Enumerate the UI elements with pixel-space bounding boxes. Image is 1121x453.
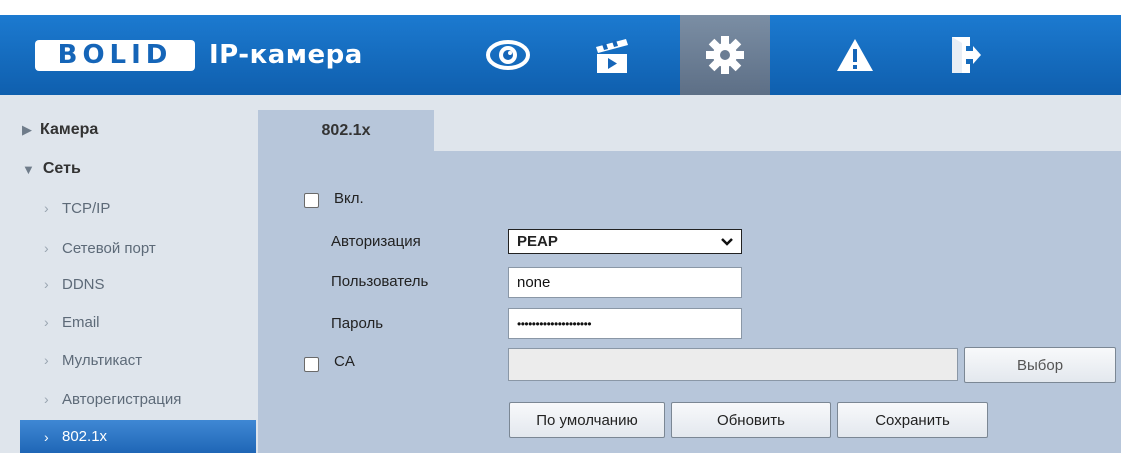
- nav-alarm-button[interactable]: [810, 15, 900, 95]
- sidebar-group-network[interactable]: ▼ Сеть: [22, 160, 81, 178]
- sidebar-item-label: TCP/IP: [62, 199, 111, 217]
- nav-playback-button[interactable]: [567, 15, 657, 95]
- refresh-button[interactable]: Обновить: [671, 402, 831, 438]
- browse-button[interactable]: Выбор: [964, 347, 1116, 383]
- bolid-logo: BOLID: [35, 39, 195, 71]
- auth-select-value: PEAP: [517, 233, 558, 250]
- sidebar-group-camera[interactable]: ▶ Камера: [22, 121, 98, 139]
- user-field[interactable]: none: [508, 267, 742, 298]
- tab-bar: 802.1x: [258, 110, 1121, 151]
- save-button[interactable]: Сохранить: [837, 402, 988, 438]
- enable-label: Вкл.: [334, 190, 364, 207]
- sidebar-item-network-port[interactable]: › Сетевой порт: [20, 233, 256, 263]
- sidebar-item-label: Email: [62, 313, 100, 331]
- warning-icon: [837, 39, 873, 71]
- sidebar-item-8021x[interactable]: › 802.1x: [20, 420, 256, 453]
- exit-icon: [952, 37, 981, 73]
- chevron-right-icon: ›: [44, 314, 49, 330]
- sidebar-item-label: Мультикаст: [62, 351, 143, 369]
- sidebar-item-email[interactable]: › Email: [20, 307, 256, 337]
- user-value: none: [517, 274, 551, 291]
- caret-down-icon: ▼: [22, 161, 35, 177]
- sidebar-item-multicast[interactable]: › Мультикаст: [20, 345, 256, 375]
- sidebar-item-label: Сетевой порт: [62, 239, 156, 257]
- sidebar-item-label: Авторегистрация: [62, 390, 182, 408]
- ca-label: CA: [334, 353, 355, 370]
- chevron-right-icon: ›: [44, 352, 49, 368]
- chevron-down-icon: [721, 238, 733, 246]
- password-label: Пароль: [331, 315, 384, 332]
- caret-right-icon: ▶: [22, 122, 32, 137]
- nav-logout-button[interactable]: [920, 15, 1010, 95]
- top-navbar: BOLID IP-камера: [0, 15, 1121, 95]
- ca-checkbox[interactable]: [304, 357, 319, 372]
- user-label: Пользователь: [331, 273, 429, 290]
- password-field[interactable]: ••••••••••••••••••••: [508, 308, 742, 339]
- nav-settings-button[interactable]: [680, 15, 770, 95]
- tab-8021x[interactable]: 802.1x: [258, 110, 434, 151]
- sidebar-group-label: Камера: [40, 121, 99, 138]
- chevron-right-icon: ›: [44, 391, 49, 407]
- auth-select[interactable]: PEAP: [508, 229, 742, 254]
- sidebar-item-label: 802.1x: [62, 428, 108, 445]
- sidebar-item-ddns[interactable]: › DDNS: [20, 269, 256, 299]
- chevron-right-icon: ›: [44, 276, 49, 292]
- brand-logo: BOLID IP-камера: [35, 37, 363, 73]
- chevron-right-icon: ›: [44, 240, 49, 256]
- clapperboard-icon: [596, 39, 628, 73]
- auth-label: Авторизация: [331, 233, 421, 250]
- password-value: ••••••••••••••••••••: [517, 316, 592, 331]
- default-button[interactable]: По умолчанию: [509, 402, 665, 438]
- ca-field[interactable]: [508, 348, 958, 381]
- sidebar-group-label: Сеть: [42, 160, 81, 177]
- nav-live-view-button[interactable]: [463, 15, 553, 95]
- chevron-right-icon: ›: [44, 428, 49, 445]
- app-title: IP-камера: [209, 40, 363, 70]
- eye-icon: [486, 40, 530, 70]
- chevron-right-icon: ›: [44, 200, 49, 216]
- sidebar-item-autoregistration[interactable]: › Авторегистрация: [20, 384, 256, 414]
- gear-icon: [706, 36, 744, 74]
- sidebar-item-tcpip[interactable]: › TCP/IP: [20, 193, 256, 223]
- enable-checkbox[interactable]: [304, 193, 319, 208]
- sidebar-item-label: DDNS: [62, 275, 105, 293]
